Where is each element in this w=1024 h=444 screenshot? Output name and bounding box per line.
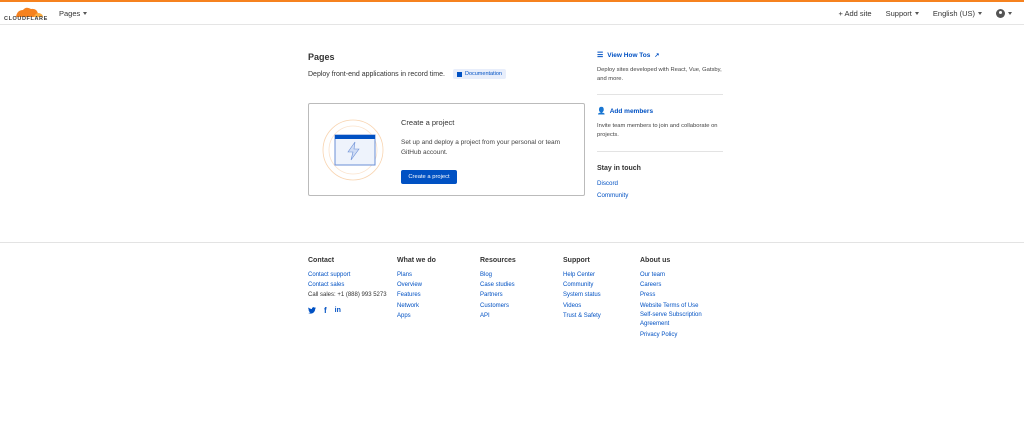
logo-wordmark: CLOUDFLARE — [4, 16, 48, 22]
call-sales-text: Call sales: +1 (888) 993 5273 — [308, 292, 387, 299]
footer-link[interactable]: Apps — [397, 311, 436, 321]
footer-contact-column: Contact Contact support Contact sales Ca… — [308, 257, 387, 315]
footer-link[interactable]: Community — [563, 280, 601, 290]
contact-support-link[interactable]: Contact support — [308, 270, 387, 280]
footer-resources-column: Resources Blog Case studies Partners Cus… — [480, 257, 516, 321]
footer-link[interactable]: Features — [397, 290, 436, 300]
chevron-down-icon — [1008, 12, 1012, 15]
add-members-label: Add members — [609, 107, 654, 115]
linkedin-icon[interactable]: in — [335, 307, 341, 314]
chevron-down-icon — [914, 12, 919, 15]
footer-heading: What we do — [397, 257, 436, 264]
how-tos-description: Deploy sites developed with React, Vue, … — [597, 67, 722, 82]
twitter-icon[interactable] — [308, 306, 316, 314]
user-menu[interactable] — [996, 9, 1012, 18]
footer-link[interactable]: Careers — [640, 280, 720, 290]
user-icon — [996, 9, 1005, 18]
add-user-icon: 👤 — [597, 108, 606, 115]
footer-link[interactable]: Trust & Safety — [563, 311, 601, 321]
footer-about-column: About us Our team Careers Press Website … — [640, 257, 720, 340]
view-how-tos-link[interactable]: ☰ View How Tos ↗ — [597, 51, 723, 60]
sidebar-divider — [597, 151, 723, 152]
cloudflare-logo[interactable]: CLOUDFLARE — [4, 5, 48, 24]
contact-sales-link[interactable]: Contact sales — [308, 280, 387, 290]
footer-link[interactable]: Help Center — [563, 270, 601, 280]
chevron-down-icon — [83, 12, 88, 15]
discord-link[interactable]: Discord — [597, 180, 618, 187]
external-link-icon: ↗ — [654, 52, 660, 59]
add-site-button[interactable]: + Add site — [838, 9, 871, 18]
footer: Contact Contact support Contact sales Ca… — [0, 242, 1024, 444]
list-icon: ☰ — [597, 52, 604, 59]
footer-link[interactable]: Customers — [480, 301, 516, 311]
view-how-tos-label: View How Tos — [607, 51, 651, 59]
footer-link[interactable]: Network — [397, 301, 436, 311]
project-illustration-icon — [322, 119, 384, 181]
footer-link[interactable]: Website Terms of Use — [640, 301, 720, 311]
create-project-button[interactable]: Create a project — [401, 170, 457, 184]
footer-support-column: Support Help Center Community System sta… — [563, 257, 601, 321]
page-subtitle-row: Deploy front-end applications in record … — [308, 69, 506, 79]
pages-dropdown[interactable]: Pages — [59, 9, 88, 18]
footer-link[interactable]: Videos — [563, 301, 601, 311]
footer-link[interactable]: Case studies — [480, 280, 516, 290]
footer-link[interactable]: Self-serve Subscription Agreement — [640, 311, 720, 329]
footer-link[interactable]: Our team — [640, 270, 720, 280]
footer-what-we-do-column: What we do Plans Overview Features Netwo… — [397, 257, 436, 321]
pages-dropdown-label: Pages — [59, 9, 81, 18]
documentation-link[interactable]: Documentation — [452, 69, 506, 79]
footer-link[interactable]: Plans — [397, 270, 436, 280]
footer-heading: Support — [563, 257, 590, 264]
facebook-icon[interactable]: f — [324, 306, 327, 315]
header-actions: + Add site Support English (US) — [824, 9, 1012, 18]
add-members-section: 👤 Add members Invite team members to joi… — [597, 107, 723, 139]
language-dropdown[interactable]: English (US) — [933, 9, 982, 18]
footer-link[interactable]: Overview — [397, 280, 436, 290]
language-label: English (US) — [932, 9, 975, 18]
footer-heading: Contact — [308, 257, 335, 264]
page-title: Pages — [308, 52, 335, 62]
footer-link[interactable]: API — [480, 311, 516, 321]
footer-heading: Resources — [480, 257, 516, 264]
footer-link[interactable]: Privacy Policy — [640, 330, 720, 340]
footer-link[interactable]: Blog — [480, 270, 516, 280]
stay-in-touch-heading: Stay in touch — [597, 165, 641, 172]
add-members-description: Invite team members to join and collabor… — [597, 123, 718, 138]
card-description: Set up and deploy a project from your pe… — [401, 139, 560, 156]
footer-heading: About us — [640, 257, 671, 264]
chevron-down-icon — [978, 12, 982, 15]
card-title: Create a project — [401, 118, 455, 127]
page-subtitle: Deploy front-end applications in record … — [308, 70, 445, 78]
book-icon — [456, 71, 462, 77]
sidebar-divider — [597, 94, 723, 95]
add-members-link[interactable]: 👤 Add members — [597, 107, 723, 116]
top-navigation-bar: CLOUDFLARE Pages + Add site Support Engl… — [0, 0, 1024, 25]
footer-link[interactable]: Partners — [480, 290, 516, 300]
documentation-label: Documentation — [464, 71, 502, 77]
footer-link[interactable]: System status — [563, 290, 601, 300]
how-tos-section: ☰ View How Tos ↗ Deploy sites developed … — [597, 51, 723, 83]
create-project-card: Create a project Set up and deploy a pro… — [308, 103, 585, 196]
community-link[interactable]: Community — [597, 192, 628, 199]
support-label: Support — [885, 9, 912, 18]
footer-link[interactable]: Press — [640, 290, 720, 300]
social-links: f in — [308, 306, 387, 315]
support-dropdown[interactable]: Support — [886, 9, 919, 18]
